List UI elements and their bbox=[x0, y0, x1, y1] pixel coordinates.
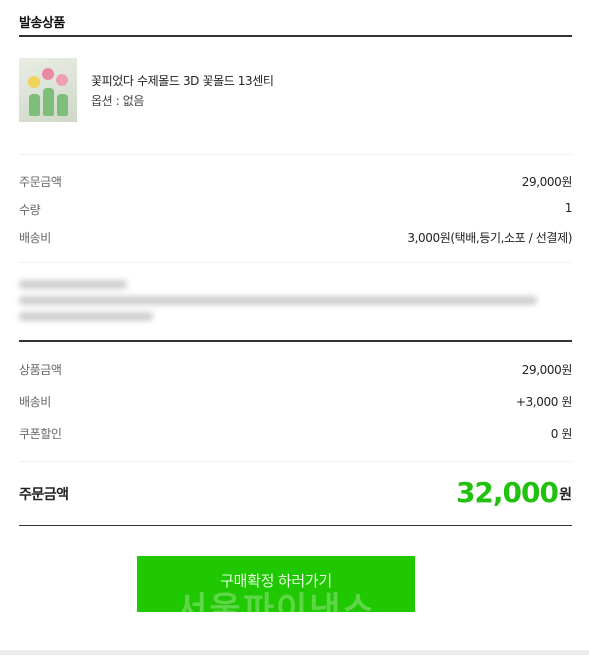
redacted-line bbox=[19, 280, 127, 289]
row-value: 0 원 bbox=[550, 427, 573, 441]
product-name[interactable]: 꽃피었다 수제몰드 3D 꽃몰드 13센티 bbox=[91, 72, 274, 89]
row-label: 주문금액 bbox=[19, 175, 62, 189]
redacted-text-block bbox=[19, 278, 539, 326]
confirm-purchase-button[interactable]: 구매확정 하러가기 서울파이낸스 bbox=[137, 556, 415, 612]
thumbnail-flower bbox=[28, 76, 40, 88]
summary-row-coupon: 쿠폰할인 0 원 bbox=[19, 425, 572, 443]
total-amount: 32,000 bbox=[455, 476, 559, 509]
bottom-divider bbox=[0, 650, 589, 655]
summary-row-product-amount: 상품금액 29,000원 bbox=[19, 361, 572, 379]
section-title: 발송상품 bbox=[19, 16, 65, 31]
thumbnail-pot bbox=[43, 88, 54, 116]
thumbnail-flower bbox=[42, 68, 54, 80]
row-label: 배송비 bbox=[19, 395, 51, 409]
thumbnail-flower bbox=[56, 74, 68, 86]
row-value: 1 bbox=[564, 201, 573, 215]
product-option: 옵션 : 없음 bbox=[91, 94, 145, 108]
redacted-line bbox=[19, 296, 537, 305]
section-divider bbox=[19, 35, 572, 37]
total-unit: 원 bbox=[559, 487, 572, 503]
watermark-text: 서울파이낸스 bbox=[176, 591, 376, 612]
row-value: 29,000원 bbox=[521, 175, 573, 189]
row-divider bbox=[19, 461, 572, 462]
summary-divider bbox=[19, 340, 572, 342]
row-value: 29,000원 bbox=[521, 363, 573, 377]
product-item[interactable]: 꽃피었다 수제몰드 3D 꽃몰드 13센티 옵션 : 없음 bbox=[19, 58, 572, 122]
order-row-shipping: 배송비 3,000원(택배,등기,소포 / 선결제) bbox=[19, 229, 572, 247]
summary-row-shipping: 배송비 +3,000 원 bbox=[19, 393, 572, 411]
row-divider bbox=[19, 262, 572, 263]
order-row-amount: 주문금액 29,000원 bbox=[19, 173, 572, 191]
row-divider bbox=[19, 154, 572, 155]
row-label: 쿠폰할인 bbox=[19, 427, 62, 441]
row-label: 수량 bbox=[19, 203, 41, 217]
row-value: +3,000 원 bbox=[515, 395, 572, 409]
total-label: 주문금액 bbox=[19, 487, 69, 503]
order-row-quantity: 수량 1 bbox=[19, 201, 572, 219]
row-label: 상품금액 bbox=[19, 363, 62, 377]
thumbnail-pot bbox=[57, 94, 68, 116]
row-value: 3,000원(택배,등기,소포 / 선결제) bbox=[407, 231, 572, 245]
row-label: 배송비 bbox=[19, 231, 51, 245]
thumbnail-pot bbox=[29, 94, 40, 116]
product-thumbnail[interactable] bbox=[19, 58, 77, 122]
total-divider bbox=[19, 525, 572, 526]
redacted-line bbox=[19, 312, 153, 321]
